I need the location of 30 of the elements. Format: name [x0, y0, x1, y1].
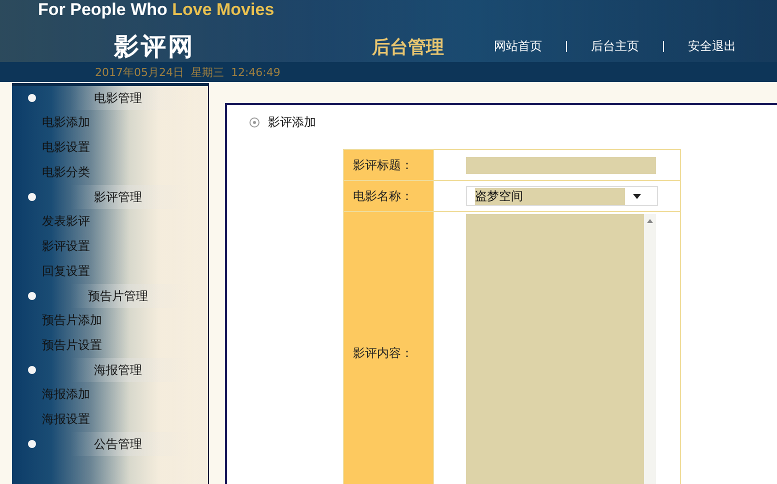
bullet-icon: [28, 193, 36, 201]
bullet-icon: [28, 292, 36, 300]
date-time-text: 2017年05月24日 星期三 12:46:49: [95, 64, 280, 80]
section-title: 后台管理: [372, 36, 445, 58]
menu-item[interactable]: 海报设置: [42, 407, 90, 432]
panel-title: 影评添加: [268, 114, 316, 131]
site-logo-text: 影评网: [114, 31, 196, 63]
nav-link[interactable]: 后台主页: [591, 38, 639, 55]
menu-item[interactable]: 回复设置: [42, 259, 90, 284]
nav-link[interactable]: 网站首页: [494, 38, 542, 55]
slogan-text: For People Who Love Movies: [38, 0, 274, 20]
content-text-area[interactable]: [466, 214, 656, 484]
menu-item[interactable]: 影评设置: [42, 234, 90, 259]
menu-item[interactable]: 预告片设置: [42, 333, 102, 358]
bullet-icon: [28, 440, 36, 448]
title-input-field[interactable]: [466, 156, 656, 174]
menu-item[interactable]: 电影添加: [42, 110, 90, 135]
nav-link[interactable]: 安全退出: [688, 38, 736, 55]
menu-item[interactable]: 电影设置: [42, 135, 90, 160]
menu-item[interactable]: 海报添加: [42, 382, 90, 407]
bullet-icon: [249, 117, 260, 128]
movie-select[interactable]: 盗梦空间: [466, 186, 658, 206]
form-label: 影评内容：: [344, 212, 434, 484]
bullet-icon: [28, 366, 36, 374]
form-label: 影评标题：: [344, 150, 434, 180]
bullet-icon: [28, 94, 36, 102]
menu-item[interactable]: 预告片添加: [42, 308, 102, 333]
menu-item[interactable]: 电影分类: [42, 160, 90, 185]
menu-item[interactable]: 发表影评: [42, 209, 90, 234]
form-label: 电影名称：: [344, 180, 434, 212]
